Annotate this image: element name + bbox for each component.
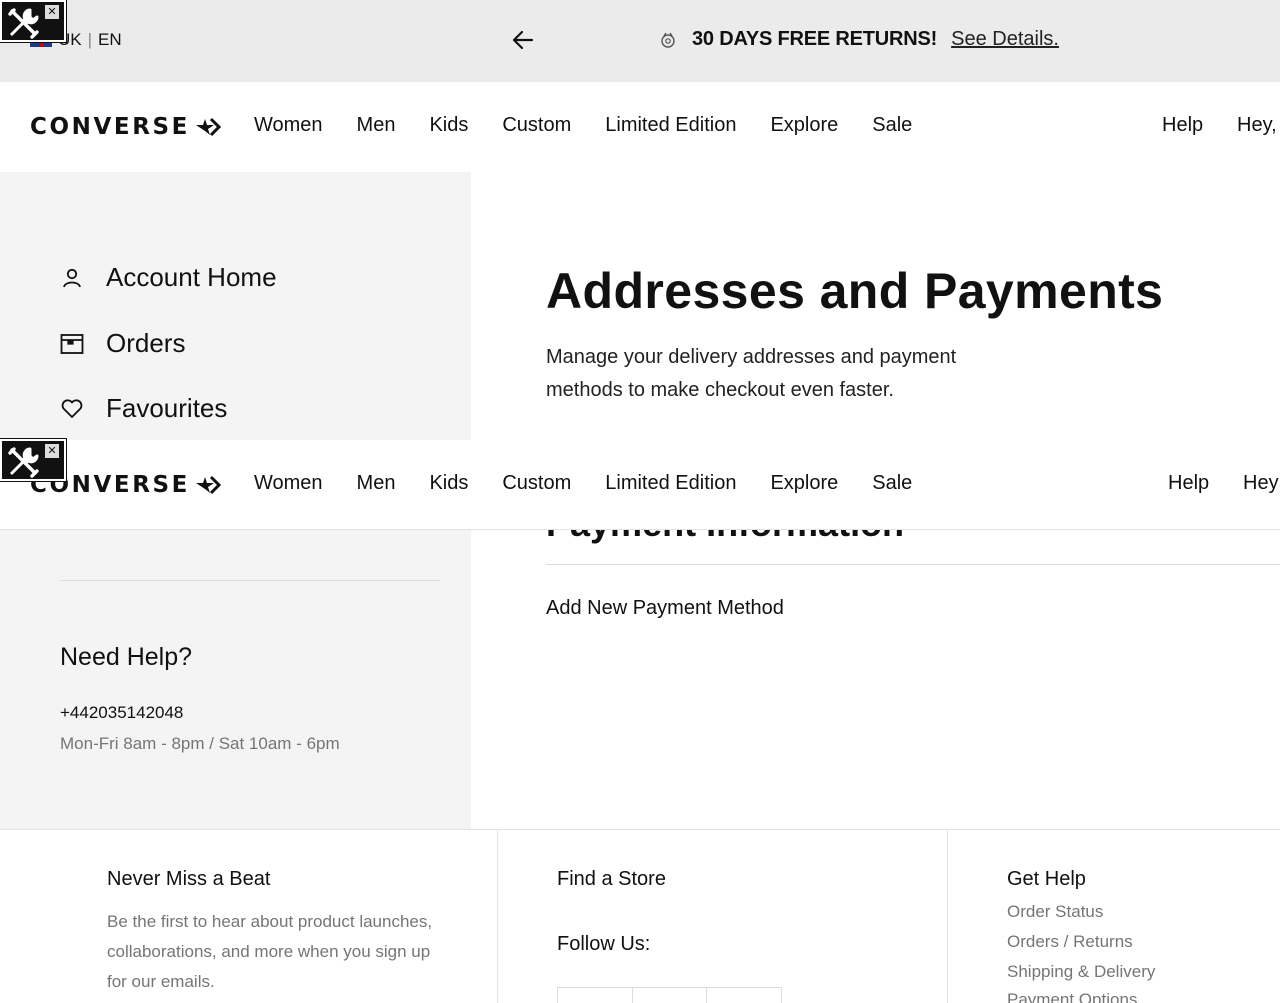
promo-message: 30 DAYS FREE RETURNS! See Details. xyxy=(658,28,1059,51)
devtools-widget[interactable]: ✕ xyxy=(0,0,67,43)
main-header: CONVERSE Women Men Kids Custom Limited E… xyxy=(0,82,1280,172)
nav-custom[interactable]: Custom xyxy=(502,472,571,495)
sticky-header: CONVERSE Women Men Kids Custom Limited E… xyxy=(0,440,1280,530)
sticky-nav: Women Men Kids Custom Limited Edition Ex… xyxy=(254,472,946,495)
nav-men[interactable]: Men xyxy=(357,114,396,137)
find-store-link[interactable]: Find a Store xyxy=(557,868,666,891)
add-payment-method-link[interactable]: Add New Payment Method xyxy=(546,597,784,620)
site-footer: Never Miss a Beat Be the first to hear a… xyxy=(0,829,1280,1003)
logo-wordmark: CONVERSE xyxy=(30,114,190,140)
need-help-heading: Need Help? xyxy=(60,643,193,671)
newsletter-heading: Never Miss a Beat xyxy=(107,868,271,890)
help-link[interactable]: Help xyxy=(1162,114,1203,137)
returns-icon xyxy=(661,32,675,48)
box-icon xyxy=(60,333,84,354)
promo-text: 30 DAYS FREE RETURNS! xyxy=(692,28,938,50)
tools-icon xyxy=(8,8,39,39)
social-icon[interactable] xyxy=(558,988,633,1003)
nav-limited-edition[interactable]: Limited Edition xyxy=(605,472,736,495)
footer-link-orders-returns[interactable]: Orders / Returns xyxy=(1007,932,1133,952)
follow-us-heading: Follow Us: xyxy=(557,933,651,955)
help-link[interactable]: Help xyxy=(1168,472,1209,495)
nav-explore[interactable]: Explore xyxy=(770,114,838,137)
footer-divider xyxy=(947,830,948,1003)
nav-custom[interactable]: Custom xyxy=(502,114,571,137)
close-widget-icon[interactable]: ✕ xyxy=(45,444,59,458)
nav-explore[interactable]: Explore xyxy=(770,472,838,495)
arrow-left-icon[interactable] xyxy=(510,27,536,53)
page-title: Addresses and Payments xyxy=(546,263,1164,319)
star-chevron-icon xyxy=(195,117,222,137)
footer-divider xyxy=(497,830,498,1003)
sidebar-item-account-home[interactable]: Account Home xyxy=(60,262,277,293)
nav-kids[interactable]: Kids xyxy=(429,114,468,137)
account-greeting[interactable]: Hey xyxy=(1243,472,1279,495)
help-hours: Mon-Fri 8am - 8pm / Sat 10am - 6pm xyxy=(60,734,340,753)
nav-kids[interactable]: Kids xyxy=(429,472,468,495)
user-icon xyxy=(63,268,81,287)
nav-women[interactable]: Women xyxy=(254,472,323,495)
star-chevron-icon xyxy=(195,475,222,495)
sidebar-item-orders[interactable]: Orders xyxy=(60,328,185,359)
get-help-heading: Get Help xyxy=(1007,868,1086,890)
sidebar-item-favourites[interactable]: Favourites xyxy=(60,393,227,424)
account-greeting[interactable]: Hey, xyxy=(1237,114,1277,137)
page-description: Manage your delivery addresses and payme… xyxy=(546,346,957,401)
devtools-widget-2[interactable]: ✕ xyxy=(0,438,67,482)
footer-link-order-status[interactable]: Order Status xyxy=(1007,902,1103,922)
nav-limited-edition[interactable]: Limited Edition xyxy=(605,114,736,137)
close-widget-icon[interactable]: ✕ xyxy=(45,5,59,19)
nav-sale[interactable]: Sale xyxy=(872,472,912,495)
social-links xyxy=(557,987,782,1003)
heart-icon xyxy=(61,398,83,418)
sidebar-divider xyxy=(60,580,440,581)
payment-divider xyxy=(546,564,1280,565)
sidebar-item-label: Account Home xyxy=(106,262,277,292)
tools-icon xyxy=(8,447,39,478)
nav-sale[interactable]: Sale xyxy=(872,114,912,137)
help-phone-number[interactable]: +442035142048 xyxy=(60,703,183,723)
nav-men[interactable]: Men xyxy=(357,472,396,495)
footer-link-payment-options[interactable]: Payment Options xyxy=(1007,990,1137,1003)
social-icon[interactable] xyxy=(633,988,708,1003)
converse-logo[interactable]: CONVERSE xyxy=(30,114,222,140)
footer-link-shipping[interactable]: Shipping & Delivery xyxy=(1007,962,1155,982)
newsletter-text: Be the first to hear about product launc… xyxy=(107,912,433,991)
locale-separator: | xyxy=(87,30,93,49)
main-nav: Women Men Kids Custom Limited Edition Ex… xyxy=(254,114,946,137)
see-details-link[interactable]: See Details. xyxy=(951,28,1059,51)
sidebar-item-label: Favourites xyxy=(106,393,228,423)
language-code: EN xyxy=(98,30,122,49)
nav-women[interactable]: Women xyxy=(254,114,323,137)
promo-bar: UK | EN 30 DAYS FREE RETURNS! See Detail… xyxy=(0,0,1280,82)
social-icon[interactable] xyxy=(707,988,781,1003)
sidebar-item-label: Orders xyxy=(106,328,186,358)
